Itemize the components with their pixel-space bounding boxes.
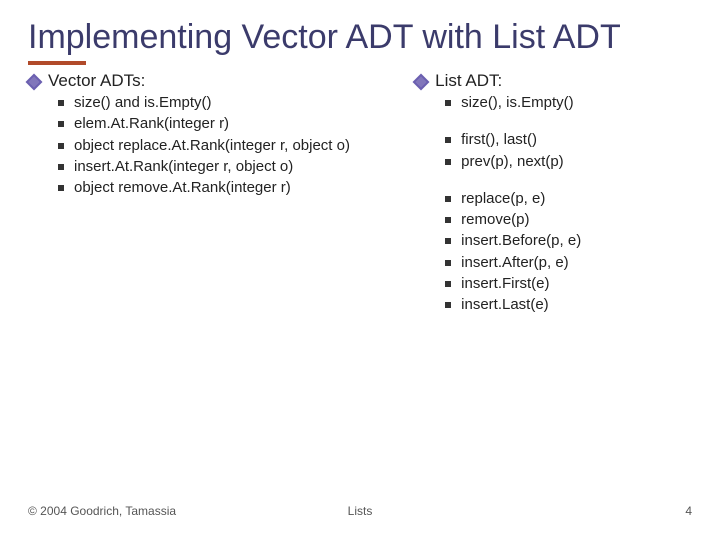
list-item: size(), is.Empty() bbox=[445, 93, 692, 113]
slide-title: Implementing Vector ADT with List ADT bbox=[28, 18, 692, 57]
right-list-g1: size(), is.Empty() bbox=[445, 93, 692, 113]
right-heading-row: List ADT: bbox=[415, 71, 692, 91]
footer-page-number: 4 bbox=[685, 504, 692, 518]
footer-copyright: © 2004 Goodrich, Tamassia bbox=[28, 504, 176, 518]
list-item: prev(p), next(p) bbox=[445, 152, 692, 172]
list-item: first(), last() bbox=[445, 130, 692, 150]
list-item: object remove.At.Rank(integer r) bbox=[58, 178, 397, 198]
right-column: List ADT: size(), is.Empty() first(), la… bbox=[415, 71, 692, 316]
left-column: Vector ADTs: size() and is.Empty() elem.… bbox=[28, 71, 397, 316]
list-item: size() and is.Empty() bbox=[58, 93, 397, 113]
left-list: size() and is.Empty() elem.At.Rank(integ… bbox=[58, 93, 397, 198]
list-item: remove(p) bbox=[445, 210, 692, 230]
footer-center: Lists bbox=[348, 504, 373, 518]
list-item: object replace.At.Rank(integer r, object… bbox=[58, 136, 397, 156]
list-item: replace(p, e) bbox=[445, 189, 692, 209]
list-item: insert.Last(e) bbox=[445, 295, 692, 315]
diamond-bullet-icon bbox=[26, 74, 43, 91]
accent-rule bbox=[28, 61, 86, 65]
diamond-bullet-icon bbox=[413, 74, 430, 91]
list-item: insert.At.Rank(integer r, object o) bbox=[58, 157, 397, 177]
list-item: elem.At.Rank(integer r) bbox=[58, 114, 397, 134]
content-columns: Vector ADTs: size() and is.Empty() elem.… bbox=[28, 71, 692, 316]
list-item: insert.First(e) bbox=[445, 274, 692, 294]
group-spacer bbox=[415, 114, 692, 128]
left-heading-row: Vector ADTs: bbox=[28, 71, 397, 91]
right-list-g2: first(), last() prev(p), next(p) bbox=[445, 130, 692, 172]
right-heading: List ADT: bbox=[435, 71, 502, 91]
right-list-g3: replace(p, e) remove(p) insert.Before(p,… bbox=[445, 189, 692, 316]
slide: Implementing Vector ADT with List ADT Ve… bbox=[0, 0, 720, 540]
group-spacer bbox=[415, 173, 692, 187]
list-item: insert.After(p, e) bbox=[445, 253, 692, 273]
left-heading: Vector ADTs: bbox=[48, 71, 145, 91]
list-item: insert.Before(p, e) bbox=[445, 231, 692, 251]
